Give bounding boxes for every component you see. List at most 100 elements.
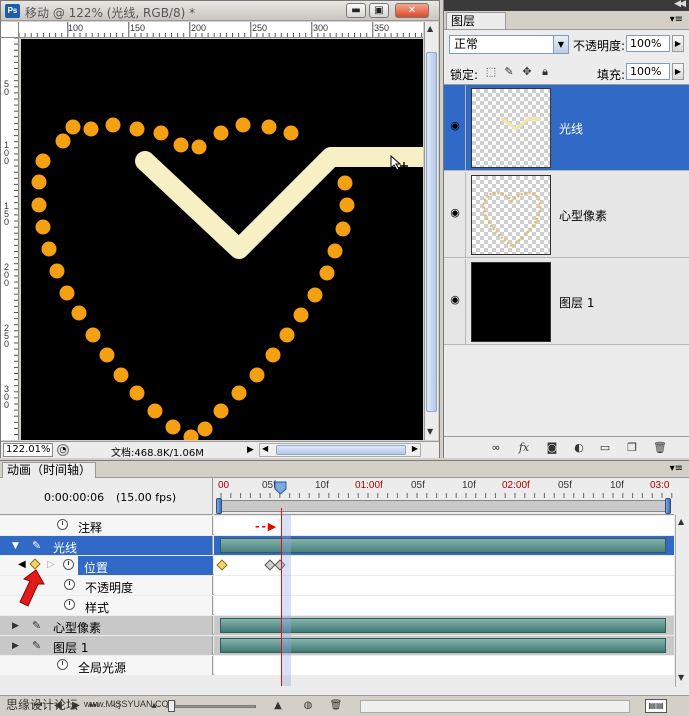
adjustment-icon[interactable]: ◐ [571,440,587,455]
track-global-light[interactable]: 全局光源 [0,656,674,675]
collapse-triangle-icon[interactable]: ▼ [12,541,19,551]
mask-icon[interactable]: ◙ [544,440,560,455]
fx-icon[interactable]: fx [516,440,532,455]
status-menu-arrow-icon[interactable]: ▶ [247,445,254,455]
timeline-horizontal-scrollbar[interactable] [360,700,630,713]
track-name: 图层 1 [53,641,89,655]
panel-menu-icon[interactable]: ▾≡ [670,463,683,474]
scroll-down-arrow-icon[interactable]: ▼ [427,427,433,436]
zoom-out-icon[interactable]: ▴ [146,699,162,713]
layer-thumbnail [471,175,551,255]
track-layer-heart-pixels[interactable]: ▶ ✎ 心型像素 [0,616,674,635]
document-horizontal-scrollbar[interactable]: ◀ ▶ [259,443,421,457]
document-vertical-scrollbar[interactable]: ▲ ▼ [424,22,438,440]
fill-arrow-icon[interactable]: ▶ [672,63,684,80]
link-icon[interactable]: ∞ [488,440,504,455]
previous-frame-icon[interactable]: ◀ [50,699,66,713]
fill-field[interactable]: 100% [626,63,670,80]
visibility-toggle[interactable]: ◉ [444,85,466,171]
heart-dot [213,403,229,419]
work-area-start-handle[interactable] [216,498,222,514]
stopwatch-icon[interactable] [57,519,68,530]
tab-animation-timeline[interactable]: 动画（时间轴） [2,462,97,478]
track-position[interactable]: ◀ ▷ 位置 [0,556,674,575]
lock-position-icon[interactable]: ✥ [520,65,534,79]
horizontal-scroll-thumb[interactable] [276,445,406,455]
current-time[interactable]: 0:00:00:06 [44,491,104,504]
expand-triangle-icon[interactable]: ▶ [12,641,19,651]
lock-image-pixels-icon[interactable]: ✎ [502,65,516,79]
ruler-horizontal[interactable]: 100 150 200 250 300 350 [19,22,423,38]
frame-rate: (15.00 fps) [116,491,177,504]
document-titlebar[interactable]: Ps 移动 @ 122% (光线, RGB/8) * ▬ ▣ ✕ [1,1,439,21]
scroll-up-arrow-icon[interactable]: ▲ [427,24,433,33]
close-button[interactable]: ✕ [395,3,429,18]
chevron-down-icon[interactable]: ▼ [553,36,568,53]
scroll-right-arrow-icon[interactable]: ▶ [412,444,418,453]
timeline-vertical-scrollbar[interactable]: ▲ ▼ [675,515,689,687]
scroll-down-arrow-icon[interactable]: ▼ [678,673,684,682]
track-name: 光线 [53,541,78,555]
audio-icon[interactable]: ◁ [108,699,124,713]
first-frame-icon[interactable]: ⏮ [30,699,46,713]
eye-icon[interactable]: ◉ [448,294,462,305]
zoom-in-icon[interactable]: ▲ [270,699,286,713]
tab-layers[interactable]: 图层 [446,12,506,29]
panel-menu-icon[interactable]: ▾≡ [670,14,683,25]
track-opacity[interactable]: 不透明度 [0,576,674,595]
status-info-icon[interactable]: ◔ [57,444,69,456]
lock-all-icon[interactable]: 🔒︎ [538,65,552,79]
group-icon[interactable]: ▭ [597,440,613,455]
stopwatch-icon[interactable] [64,579,75,590]
work-area-bar[interactable] [218,500,669,512]
track-label: 注释 [0,516,213,535]
ruler-vertical[interactable]: 5 0 1 0 0 1 5 0 2 0 0 2 5 0 3 0 0 [1,38,19,440]
panel-collapse-icon[interactable]: ◀◀ [674,0,686,9]
layer-row-layer-1[interactable]: ◉ 图层 1 [444,259,689,345]
timeline-zoom-slider[interactable] [166,705,256,708]
layer-row-guangxian[interactable]: ◉ 光线 [444,85,689,171]
track-style[interactable]: 样式 [0,596,674,615]
work-area-end-handle[interactable] [665,498,671,514]
eye-icon[interactable]: ◉ [448,207,462,218]
delete-keyframe-icon[interactable]: 🗑︎ [328,699,344,713]
scroll-up-arrow-icon[interactable]: ▲ [678,517,684,526]
track-layer-1[interactable]: ▶ ✎ 图层 1 [0,636,674,655]
document-canvas[interactable] [21,39,423,440]
next-frame-icon[interactable]: ⏭ [86,699,102,713]
heart-dot [283,125,299,141]
scroll-left-arrow-icon[interactable]: ◀ [262,444,268,453]
track-comments[interactable]: 注释 [0,516,674,535]
opacity-field[interactable]: 100% [626,35,670,52]
playhead-handle-icon[interactable] [274,481,287,495]
minimize-button[interactable]: ▬ [346,3,366,18]
zoom-level-field[interactable]: 122.01% [3,443,53,457]
blend-mode-select[interactable]: 正常 ▼ [449,35,569,54]
zoom-slider-thumb[interactable] [168,700,175,712]
track-layer-guangxian[interactable]: ▼ ✎ 光线 [0,536,674,555]
stopwatch-icon[interactable] [63,559,74,570]
stopwatch-icon[interactable] [64,599,75,610]
onion-skin-icon[interactable]: ◍ [300,699,316,713]
new-layer-icon[interactable]: ❐ [624,440,640,455]
expand-triangle-icon[interactable]: ▶ [12,621,19,631]
ruler-label: 150 [130,23,146,33]
playhead-line[interactable] [281,508,282,686]
visibility-toggle[interactable]: ◉ [444,259,466,345]
stopwatch-icon[interactable] [57,659,68,670]
lock-transparent-pixels-icon[interactable]: ⬚ [484,65,498,79]
keyframe-marker[interactable] [216,559,228,571]
timeline-ruler[interactable]: 00 05f 10f 01:00f 05f 10f 02:00f 05f 10f… [214,478,674,515]
next-keyframe-icon[interactable]: ▷ [47,559,55,570]
trash-icon[interactable]: 🗑︎ [652,440,668,455]
eye-icon[interactable]: ◉ [448,120,462,131]
convert-to-frame-animation-icon[interactable]: ▤▤ [645,699,667,713]
visibility-toggle[interactable]: ◉ [444,172,466,258]
vertical-scroll-thumb[interactable] [426,52,437,412]
play-icon[interactable]: ▶ [68,699,84,713]
opacity-arrow-icon[interactable]: ▶ [672,35,684,52]
ruler-corner[interactable] [1,22,19,38]
heart-pixel-dots [31,117,355,440]
maximize-button[interactable]: ▣ [369,3,389,18]
layer-row-heart-pixels[interactable]: ◉ 心型像素 [444,172,689,258]
